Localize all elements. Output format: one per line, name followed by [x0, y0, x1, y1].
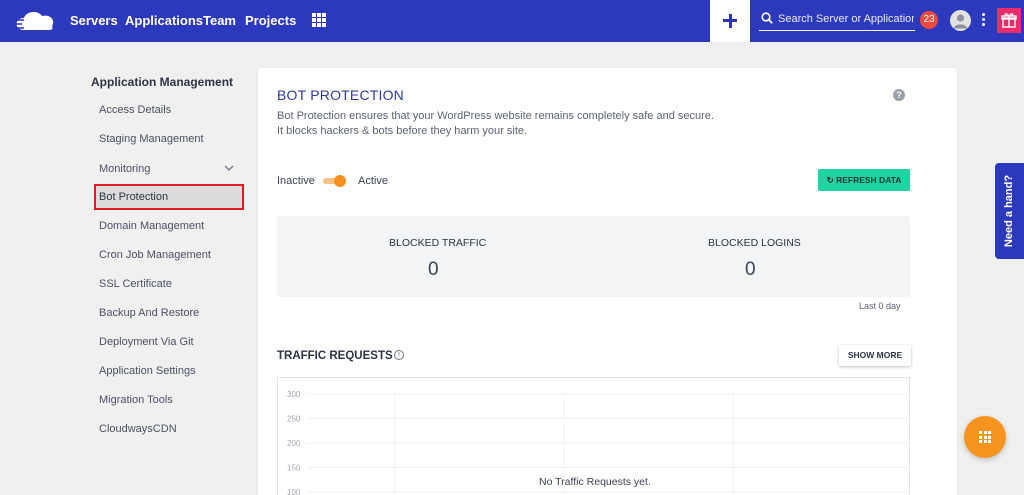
avatar[interactable]: [950, 10, 971, 31]
user-icon: [953, 14, 968, 29]
sidebar-item-access-details[interactable]: Access Details: [99, 104, 171, 116]
sidebar-item-cloudways-cdn[interactable]: CloudwaysCDN: [99, 423, 177, 435]
sidebar-item-staging-management[interactable]: Staging Management: [99, 133, 204, 145]
notification-badge[interactable]: 23: [920, 11, 938, 29]
refresh-label: REFRESH DATA: [836, 175, 902, 185]
traffic-requests-chart: 300 250 200 150 100 No Traffic Requests yet.: [277, 377, 910, 495]
blocked-logins-value: 0: [745, 259, 756, 280]
y-tick-label: 150: [287, 464, 301, 473]
sidebar-item-monitoring[interactable]: Monitoring: [99, 163, 150, 175]
bot-protection-panel: BOT PROTECTION ? Bot Protection ensures …: [258, 68, 957, 495]
toggle-active-label: Active: [358, 175, 388, 187]
sidebar-item-migration-tools[interactable]: Migration Tools: [99, 394, 173, 406]
sidebar-item-backup-and-restore[interactable]: Backup And Restore: [99, 307, 199, 319]
toggle-inactive-label: Inactive: [277, 175, 315, 187]
nav-servers[interactable]: Servers: [70, 13, 118, 28]
add-new-button[interactable]: [710, 0, 750, 42]
show-more-button[interactable]: SHOW MORE: [839, 345, 911, 366]
search-box[interactable]: [759, 9, 915, 31]
sidebar-item-cron-job-management[interactable]: Cron Job Management: [99, 249, 211, 261]
sidebar-item-bot-protection[interactable]: Bot Protection: [94, 184, 244, 210]
gift-button[interactable]: [997, 8, 1021, 33]
page-title: BOT PROTECTION: [277, 87, 404, 103]
blocked-traffic-value: 0: [428, 259, 439, 280]
bot-protection-toggle[interactable]: [323, 175, 346, 187]
grid-icon: [979, 431, 991, 443]
y-tick-label: 100: [287, 488, 301, 495]
need-a-hand-label: Need a hand?: [1003, 174, 1015, 248]
search-input[interactable]: [778, 10, 914, 28]
traffic-requests-title: TRAFFIC REQUESTS: [277, 350, 393, 362]
nav-team[interactable]: Team: [203, 13, 236, 28]
sidebar-title: Application Management: [91, 75, 234, 89]
sidebar-item-ssl-certificate[interactable]: SSL Certificate: [99, 278, 172, 290]
empty-chart-message: No Traffic Requests yet.: [539, 476, 651, 488]
gift-icon: [1001, 13, 1017, 28]
sidebar-item-deployment-via-git[interactable]: Deployment Via Git: [99, 336, 194, 348]
refresh-icon: ↻: [826, 175, 837, 185]
need-a-hand-tab[interactable]: Need a hand?: [995, 163, 1024, 259]
quick-actions-button[interactable]: [964, 416, 1006, 458]
blocked-logins-label: BLOCKED LOGINS: [708, 237, 801, 249]
cloudways-logo-icon[interactable]: [10, 8, 58, 34]
description-text: Bot Protection ensures that your WordPre…: [277, 110, 714, 137]
help-icon[interactable]: ?: [893, 89, 905, 101]
sidebar-item-label: Bot Protection: [99, 191, 169, 203]
top-navbar: Servers Applications Team Projects 23: [0, 0, 1024, 42]
stats-panel: BLOCKED TRAFFIC 0 BLOCKED LOGINS 0: [277, 216, 910, 297]
sidebar-item-application-settings[interactable]: Application Settings: [99, 365, 196, 377]
nav-projects[interactable]: Projects: [245, 13, 296, 28]
y-tick-label: 200: [287, 439, 301, 448]
info-icon[interactable]: i: [394, 350, 404, 360]
y-tick-label: 250: [287, 415, 301, 424]
period-label: Last 0 day: [859, 301, 901, 311]
apps-grid-icon[interactable]: [312, 13, 326, 27]
refresh-data-button[interactable]: ↻ REFRESH DATA: [818, 169, 910, 191]
blocked-traffic-label: BLOCKED TRAFFIC: [389, 237, 487, 249]
toggle-knob: [334, 175, 346, 187]
more-options-icon[interactable]: [982, 13, 986, 29]
y-tick-label: 300: [287, 390, 301, 399]
nav-applications[interactable]: Applications: [125, 13, 203, 28]
sidebar-item-domain-management[interactable]: Domain Management: [99, 220, 204, 232]
search-icon: [761, 12, 773, 24]
chevron-down-icon[interactable]: [224, 164, 234, 172]
